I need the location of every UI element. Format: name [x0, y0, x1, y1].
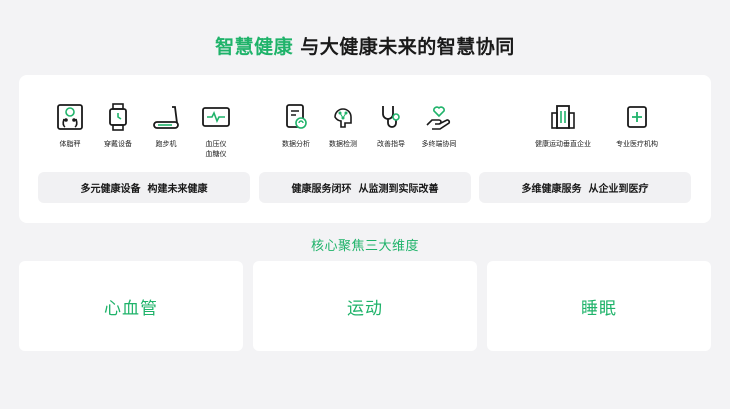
- service-group: 数据分析 数据检测 改善指导 多终端协同 健康服务闭环 从监测到实际改善: [259, 75, 484, 223]
- page-title: 智慧健康 与大健康未来的智慧协同: [0, 32, 730, 59]
- section-subtitle: 核心聚焦三大维度: [310, 239, 419, 254]
- dimension-card-exercise[interactable]: 运动: [253, 261, 477, 351]
- service-item-multi-terminal[interactable]: 多终端协同: [409, 103, 469, 149]
- device-label-blood-monitor: 血压仪 血糖仪: [205, 140, 227, 158]
- provider-item-medical[interactable]: 专业医疗机构: [607, 103, 667, 149]
- provider-group: 健康运动垂直企业 专业医疗机构 多维健康服务 从企业到医疗: [479, 75, 711, 223]
- treadmill-icon: [153, 106, 179, 129]
- title-rest: 与大健康未来的智慧协同: [293, 36, 515, 58]
- heart-hand-icon: [426, 106, 451, 130]
- smartwatch-icon: [109, 103, 127, 131]
- data-analysis-icon: [286, 104, 307, 129]
- service-label-multi-terminal: 多终端协同: [421, 140, 457, 148]
- device-group: 体脂秤 穿戴设备 跑步机 血压仪 血糖仪 多元健康设备 构建未来健康: [19, 75, 259, 223]
- body-scale-icon: [57, 104, 83, 130]
- ai-brain-icon: [334, 108, 352, 128]
- building-icon: [551, 105, 575, 129]
- title-accent: 智慧健康: [215, 36, 294, 58]
- stethoscope-icon: [382, 106, 400, 128]
- blood-pressure-monitor-icon: [202, 107, 230, 127]
- device-services-card: 体脂秤 穿戴设备 跑步机 血压仪 血糖仪 多元健康设备 构建未来健康 数据分析 …: [19, 75, 711, 223]
- service-pill: 健康服务闭环 从监测到实际改善: [259, 172, 471, 203]
- provider-label-enterprise: 健康运动垂直企业: [535, 140, 591, 148]
- device-item-blood-monitor[interactable]: 血压仪 血糖仪: [186, 103, 246, 159]
- medical-cross-icon: [627, 106, 647, 128]
- provider-item-enterprise[interactable]: 健康运动垂直企业: [533, 103, 593, 149]
- dimension-card-sleep[interactable]: 睡眠: [487, 261, 711, 351]
- dimension-card-cardiovascular[interactable]: 心血管: [19, 261, 243, 351]
- device-pill: 多元健康设备 构建未来健康: [38, 172, 250, 203]
- provider-pill: 多维健康服务 从企业到医疗: [479, 172, 691, 203]
- provider-label-medical: 专业医疗机构: [616, 140, 658, 148]
